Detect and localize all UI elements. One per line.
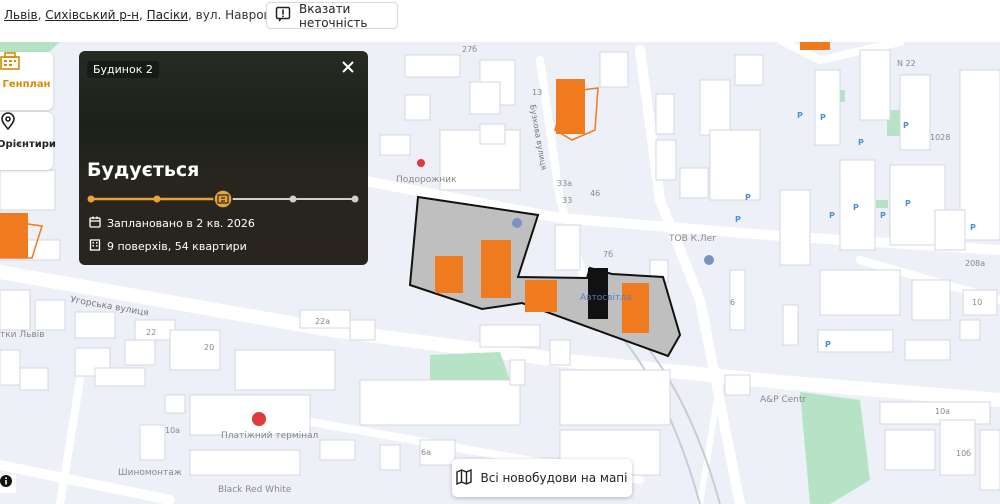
info-button[interactable]: [0, 475, 16, 493]
house-number: 208а: [965, 259, 985, 268]
svg-text:P: P: [905, 199, 911, 208]
poi-label-podorozhnyk: Подорожник: [396, 175, 457, 185]
svg-text:P: P: [745, 193, 751, 202]
svg-text:P: P: [970, 223, 976, 232]
timeline-step-current: [213, 189, 233, 209]
svg-text:P: P: [853, 203, 859, 212]
poi-label-terminal: Платіжний термінал: [221, 431, 318, 441]
house-number: 6: [730, 298, 735, 307]
flag-icon: [275, 6, 291, 25]
house-number: N 22: [897, 59, 916, 68]
poi-label-auto: Автосвітла: [580, 293, 631, 303]
house-number: 46: [590, 189, 600, 198]
house-number: 33: [562, 196, 572, 205]
close-icon: [341, 58, 355, 79]
svg-text:P: P: [820, 113, 826, 122]
timeline-step-4: [289, 195, 297, 203]
planned-date: Заплановано в 2 кв. 2026: [107, 217, 255, 230]
house-number: 7б: [603, 250, 613, 259]
calendar-icon: [89, 216, 101, 231]
svg-text:P: P: [880, 211, 886, 220]
svg-text:P: P: [735, 215, 741, 224]
timeline-step-2: [153, 195, 161, 203]
tool-landmarks[interactable]: Орієнтири: [0, 112, 56, 170]
house-number: 6а: [421, 448, 431, 457]
close-button[interactable]: [338, 59, 358, 79]
poi-label-brw: Black Red White: [218, 485, 292, 495]
house-number: 13: [532, 88, 542, 97]
house-number: 10: [972, 298, 982, 307]
house-number: 10б: [956, 449, 971, 458]
building-photo: [79, 51, 368, 265]
timeline-step-1: [87, 195, 95, 203]
house-number: 27б: [462, 45, 477, 54]
house-number: 33а: [557, 179, 572, 188]
breadcrumb-neighborhood-link[interactable]: Пасіки: [147, 8, 188, 22]
breadcrumb-district-link[interactable]: Сихівський р-н: [45, 8, 139, 22]
svg-text:P: P: [858, 138, 864, 147]
house-number: 10а: [935, 407, 950, 416]
house-number: 20: [204, 343, 214, 352]
svg-text:P: P: [797, 111, 803, 120]
construction-status: Будується: [87, 159, 200, 181]
all-new-buildings-label: Всі новобудови на мапі: [480, 471, 628, 485]
breadcrumb-city-link[interactable]: Львів: [4, 8, 38, 22]
house-number: 22а: [315, 317, 330, 326]
all-new-buildings-button[interactable]: Всі новобудови на мапі: [452, 459, 632, 497]
building-icon: [89, 239, 101, 254]
map-icon: [456, 468, 473, 488]
report-inaccuracy-label: Вказати неточність: [299, 1, 368, 30]
poi-label-tov: ТОВ К.Лег: [668, 234, 717, 244]
timeline-step-5: [351, 195, 359, 203]
planned-info: Заплановано в 2 кв. 2026: [89, 216, 255, 231]
progress-timeline: [87, 189, 359, 209]
svg-text:P: P: [829, 211, 835, 220]
top-bar: Львів, Сихівський р-н, Пасіки, вул. Навр…: [0, 0, 1000, 42]
tool-genplan[interactable]: Генплан: [0, 52, 53, 110]
house-number: 1028: [930, 133, 950, 142]
report-inaccuracy-button[interactable]: Вказати неточність: [266, 1, 398, 30]
building-card: Будинок 2 Будується Заплановано в 2 кв. …: [79, 51, 368, 265]
top-left-map-text: тки Львів: [0, 330, 45, 340]
svg-text:P: P: [903, 121, 909, 130]
building-details: 9 поверхів, 54 квартири: [107, 240, 247, 253]
poi-label-tyres: Шиномонтаж: [118, 468, 182, 478]
house-number: 22: [146, 328, 156, 337]
building-tag: Будинок 2: [87, 61, 159, 78]
house-number: 10а: [165, 426, 180, 435]
poi-label-ap: A&P Centr: [760, 395, 807, 405]
tool-landmarks-label: Орієнтири: [0, 138, 56, 150]
tool-genplan-label: Генплан: [2, 78, 51, 90]
details-info: 9 поверхів, 54 квартири: [89, 239, 247, 254]
svg-text:P: P: [825, 340, 831, 349]
